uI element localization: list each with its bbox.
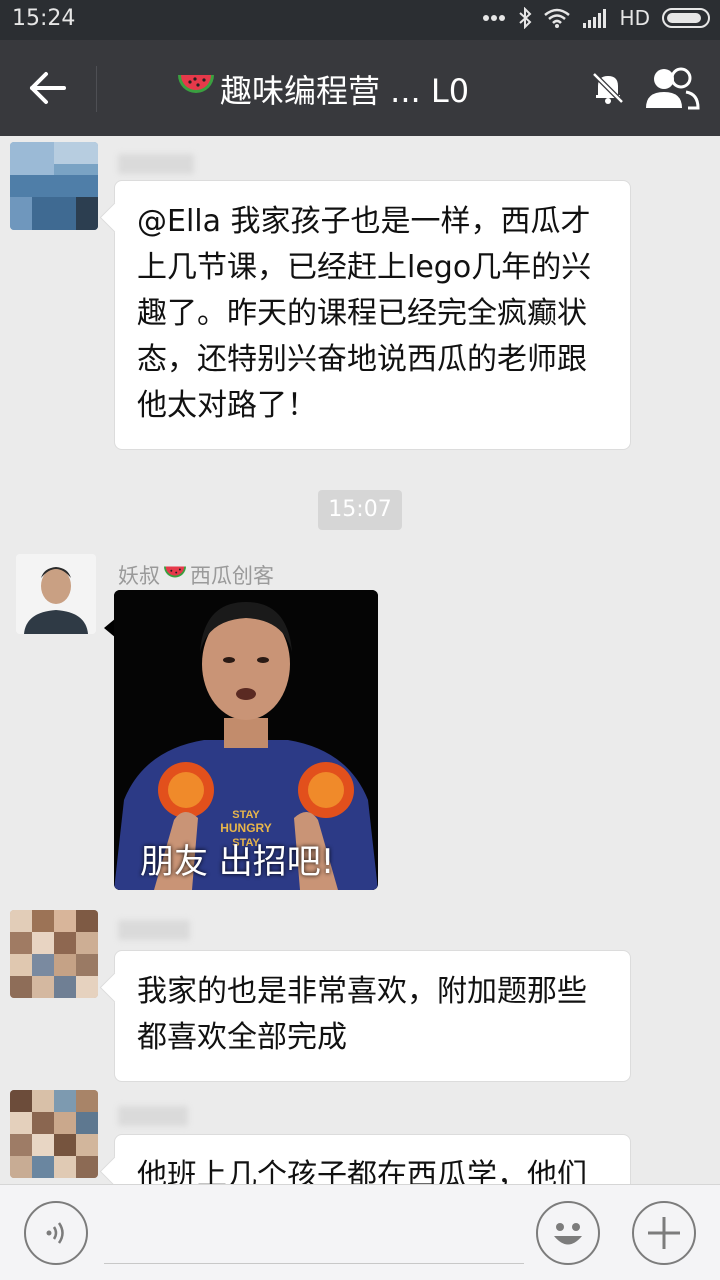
time-separator: 15:07: [318, 490, 402, 530]
status-icons: HD: [482, 6, 710, 30]
voice-icon: [46, 1222, 64, 1244]
sender-name-part: 西瓜创客: [190, 564, 274, 588]
message-bubble[interactable]: 他班上几个孩子都在西瓜学，他们: [114, 1134, 631, 1184]
status-bar: 15:24 HD: [0, 0, 720, 40]
shirt-text: HUNGRY: [220, 821, 272, 835]
wifi-icon: [543, 8, 570, 28]
avatar[interactable]: [10, 1090, 98, 1178]
message-line: 他太对路了！: [137, 388, 317, 423]
message-line: 他班上几个孩子都在西瓜学，他们: [137, 1158, 587, 1184]
watermelon-emoji: [164, 566, 186, 578]
message-line: 趣了。昨天的课程已经完全疯癫状: [137, 296, 587, 331]
image-message[interactable]: STAY HUNGRY STAY 朋友 出招吧!: [114, 590, 378, 890]
header-divider: [96, 66, 97, 112]
sender-name-blurred: [118, 920, 190, 940]
avatar[interactable]: [10, 910, 98, 998]
message-line: 态，还特别兴奋地说西瓜的老师跟: [137, 342, 587, 377]
mute-bell-icon: [592, 72, 624, 104]
network-label: HD: [619, 6, 650, 30]
more-dots-icon: [482, 15, 505, 21]
sender-name-part: 妖叔: [118, 564, 160, 588]
message-line: 都喜欢全部完成: [137, 1020, 347, 1055]
message-line: 上几节课，已经赶上lego几年的兴: [137, 250, 592, 285]
image-caption: 朋友 出招吧!: [140, 842, 335, 882]
watermelon-emoji: [178, 75, 214, 93]
message-bubble[interactable]: 我家的也是非常喜欢，附加题那些 都喜欢全部完成: [114, 950, 631, 1082]
status-time: 15:24: [12, 6, 76, 31]
signal-icon: [582, 9, 606, 28]
voice-input-button[interactable]: [24, 1201, 88, 1265]
back-arrow-icon[interactable]: [18, 62, 78, 114]
avatar[interactable]: [16, 554, 96, 634]
group-members-icon[interactable]: [644, 66, 700, 110]
emoji-button[interactable]: [536, 1201, 600, 1265]
message-bubble[interactable]: @Ella 我家孩子也是一样，西瓜才 上几节课，已经赶上lego几年的兴 趣了。…: [114, 180, 631, 450]
sender-name: 妖叔 西瓜创客: [118, 560, 274, 590]
chat-title[interactable]: 趣味编程营 ... L0: [176, 66, 469, 112]
message-list[interactable]: @Ella 我家孩子也是一样，西瓜才 上几节课，已经赶上lego几年的兴 趣了。…: [0, 136, 720, 1184]
message-line: @Ella 我家孩子也是一样，西瓜才: [137, 204, 591, 239]
avatar[interactable]: [10, 142, 98, 230]
message-input[interactable]: [104, 1263, 524, 1264]
input-bar: [0, 1184, 720, 1280]
plus-icon: [648, 1217, 680, 1249]
message-line: 我家的也是非常喜欢，附加题那些: [137, 974, 587, 1009]
sender-name-blurred: [118, 1106, 188, 1126]
chat-header: 趣味编程营 ... L0: [0, 40, 720, 136]
sender-name-blurred: [118, 154, 194, 174]
chat-title-text: 趣味编程营 ... L0: [220, 72, 470, 110]
shirt-text: STAY: [232, 809, 260, 821]
bluetooth-icon: [518, 7, 531, 29]
more-options-button[interactable]: [632, 1201, 696, 1265]
battery-icon: [662, 8, 710, 28]
smiley-icon: [554, 1223, 582, 1245]
